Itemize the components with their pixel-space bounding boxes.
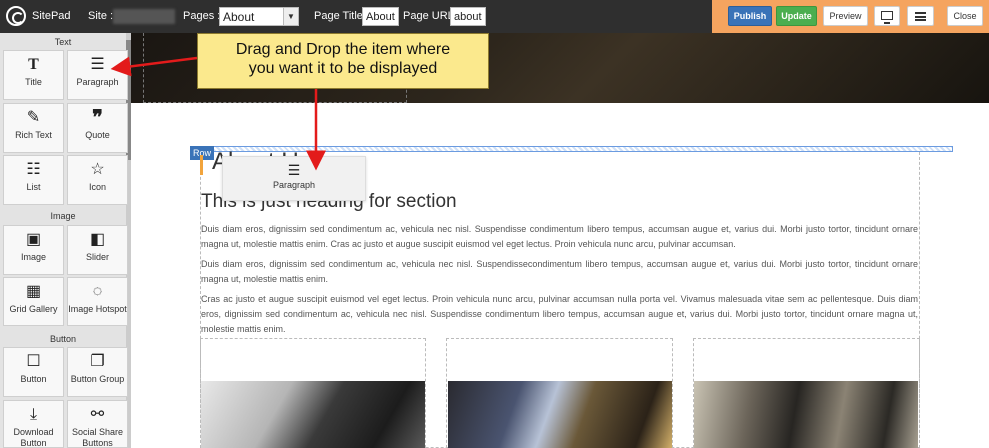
arrow-to-paragraph-widget bbox=[110, 56, 198, 77]
annotation-arrows bbox=[110, 56, 326, 171]
